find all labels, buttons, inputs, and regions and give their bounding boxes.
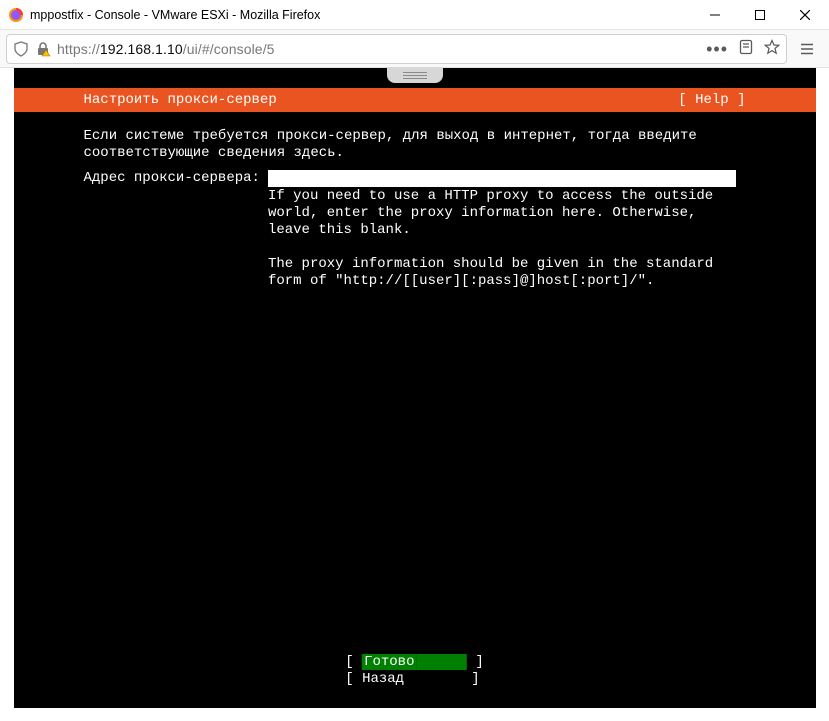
done-button[interactable]: [ Готово ]: [345, 654, 483, 671]
url-path: /ui/#/console/5: [183, 41, 275, 57]
minimize-button[interactable]: [692, 0, 737, 29]
proxy-help-2: The proxy information should be given in…: [268, 256, 736, 290]
window-titlebar: mppostfix - Console - VMware ESXi - Mozi…: [0, 0, 829, 30]
url-toolbar: https://192.168.1.10/ui/#/console/5 •••: [0, 30, 829, 68]
shield-icon: [13, 41, 29, 57]
reader-mode-icon[interactable]: [738, 39, 754, 58]
url-prefix: https://: [57, 41, 100, 57]
proxy-field-right: If you need to use a HTTP proxy to acces…: [268, 170, 756, 290]
firefox-icon: [8, 7, 24, 23]
proxy-label: Адрес прокси-сервера:: [84, 170, 260, 290]
dialog-intro: Если системе требуется прокси-сервер, дл…: [84, 128, 756, 162]
window-controls: [692, 0, 827, 29]
dialog-title: Настроить прокси-сервер: [84, 92, 277, 109]
address-bar[interactable]: https://192.168.1.10/ui/#/console/5 •••: [6, 34, 787, 64]
proxy-field-row: Адрес прокси-сервера: If you need to use…: [84, 170, 756, 290]
lock-warning-icon: [35, 41, 51, 57]
back-button[interactable]: [ Назад ]: [345, 671, 483, 688]
bookmark-star-icon[interactable]: [764, 39, 780, 58]
url-text: https://192.168.1.10/ui/#/console/5: [57, 41, 700, 57]
window-title: mppostfix - Console - VMware ESXi - Mozi…: [30, 8, 692, 22]
dialog-buttons: [ Готово ] [ Назад ]: [345, 654, 483, 688]
console-pull-tab[interactable]: [387, 67, 443, 83]
page-actions-icon[interactable]: •••: [706, 44, 728, 54]
console-container: Настроить прокси-сервер [ Help ] Если си…: [0, 68, 829, 721]
help-button[interactable]: [ Help ]: [678, 92, 745, 109]
grip-icon: [403, 72, 427, 79]
url-host: 192.168.1.10: [100, 41, 183, 57]
maximize-button[interactable]: [737, 0, 782, 29]
proxy-help-text: If you need to use a HTTP proxy to acces…: [268, 188, 736, 290]
vm-console[interactable]: Настроить прокси-сервер [ Help ] Если си…: [14, 68, 816, 708]
app-menu-button[interactable]: [791, 34, 823, 64]
dialog-header: Настроить прокси-сервер [ Help ]: [14, 88, 816, 112]
proxy-help-1: If you need to use a HTTP proxy to acces…: [268, 188, 736, 239]
close-button[interactable]: [782, 0, 827, 29]
url-right-controls: •••: [706, 39, 780, 58]
proxy-input[interactable]: [268, 170, 736, 187]
